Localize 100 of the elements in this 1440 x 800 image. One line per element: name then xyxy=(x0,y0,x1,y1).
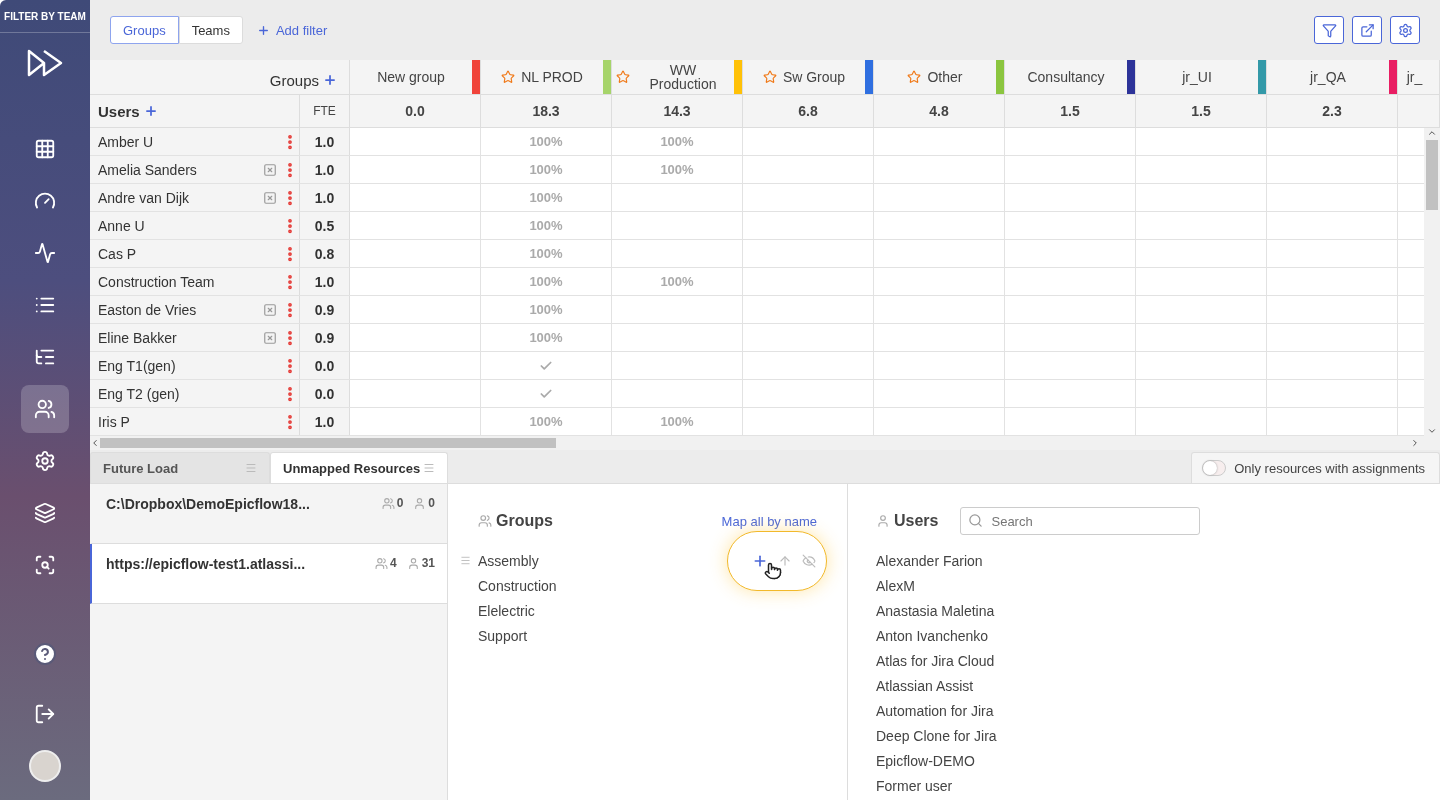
scroll-down-icon[interactable] xyxy=(1427,426,1437,436)
plus-icon xyxy=(752,553,768,569)
percent-text: 100% xyxy=(660,134,694,149)
user-item[interactable]: Former user xyxy=(876,773,1410,798)
panel-tab[interactable]: Unmapped Resources xyxy=(270,452,448,483)
percent-text: 100% xyxy=(529,190,563,205)
group-column-header[interactable]: jr_UI xyxy=(1136,60,1267,94)
percent-text: 100% xyxy=(529,218,563,233)
group-column-header[interactable]: NL PROD xyxy=(481,60,612,94)
user-name: Anne U xyxy=(98,217,146,234)
user-name: Cas P xyxy=(98,245,138,262)
add-filter-link[interactable]: Add filter xyxy=(256,22,328,38)
view-tab[interactable]: Groups xyxy=(110,16,179,44)
scroll-right-icon[interactable] xyxy=(1410,438,1420,448)
toggle-switch[interactable] xyxy=(1202,460,1227,476)
map-all-link[interactable]: Map all by name xyxy=(721,513,817,529)
percent-text: 100% xyxy=(529,330,563,345)
star-icon[interactable] xyxy=(907,70,922,84)
group-item[interactable]: Elelectric xyxy=(478,602,535,619)
groups-panel-title: Groups xyxy=(496,512,553,530)
excluded-icon[interactable] xyxy=(263,190,277,205)
fte-value: 0.9 xyxy=(300,296,350,323)
users-icon xyxy=(34,398,56,420)
search-field[interactable]: Search xyxy=(960,507,1201,535)
excluded-icon[interactable] xyxy=(263,330,277,345)
percent-text: 100% xyxy=(660,414,694,429)
user-item[interactable]: Alexander Farion xyxy=(876,548,1410,573)
fte-value: 1.0 xyxy=(300,184,350,211)
user-item[interactable]: Deep Clone for Jira xyxy=(876,723,1410,748)
fte-value: 0.0 xyxy=(300,352,350,379)
group-column-header[interactable]: Sw Group xyxy=(743,60,874,94)
settings-button[interactable] xyxy=(1390,16,1420,44)
excluded-icon[interactable] xyxy=(263,302,277,317)
eye-off-icon xyxy=(802,554,816,568)
user-item[interactable]: AlexM xyxy=(876,573,1410,598)
horizontal-scrollbar[interactable] xyxy=(90,436,1440,450)
hide-button[interactable] xyxy=(802,554,816,568)
group-column-header[interactable]: jr_ xyxy=(1398,60,1440,94)
nav-button[interactable] xyxy=(21,385,69,433)
add-group-icon[interactable] xyxy=(323,73,337,87)
group-count-icon xyxy=(381,496,395,510)
user-item[interactable]: Anastasia Maletina xyxy=(876,598,1410,623)
groups-icon xyxy=(478,514,492,528)
percent-text: 100% xyxy=(529,162,563,177)
scroll-left-icon[interactable] xyxy=(90,438,100,448)
group-column-header[interactable]: jr_QA xyxy=(1267,60,1398,94)
star-icon[interactable] xyxy=(501,70,516,84)
user-item[interactable]: Atlas for Jira Cloud xyxy=(876,648,1410,673)
group-column-header[interactable]: New group xyxy=(350,60,481,94)
panel-tab[interactable]: Future Load xyxy=(90,452,270,483)
user-count-icon xyxy=(406,556,420,570)
menu-icon xyxy=(245,462,257,474)
view-tab[interactable]: Teams xyxy=(178,16,243,44)
toggle-label: Only resources with assignments xyxy=(1234,460,1425,476)
group-total: 2.3 xyxy=(1267,95,1398,127)
scrollbar-thumb[interactable] xyxy=(100,438,556,448)
scroll-up-icon[interactable] xyxy=(1427,128,1437,138)
layers-icon xyxy=(34,502,56,524)
star-icon[interactable] xyxy=(762,70,777,84)
drag-handle-icon[interactable] xyxy=(460,555,471,566)
group-name: WW Production xyxy=(648,63,718,91)
percent-text: 100% xyxy=(529,134,563,149)
move-up-button[interactable] xyxy=(778,554,792,568)
source-item[interactable]: https://epicflow-test1.atlassi... 4 31 xyxy=(90,544,447,604)
group-column-header[interactable]: WW Production xyxy=(612,60,743,94)
user-item[interactable]: Anton Ivanchenko xyxy=(876,623,1410,648)
excluded-icon[interactable] xyxy=(263,162,277,177)
fte-value: 0.8 xyxy=(300,240,350,267)
group-total: 4.8 xyxy=(874,95,1005,127)
calendar-grid-icon xyxy=(34,138,56,160)
group-item[interactable]: Assembly xyxy=(478,552,539,569)
external-link-icon xyxy=(1359,22,1375,38)
external-link-button[interactable] xyxy=(1352,16,1382,44)
group-total: 14.3 xyxy=(612,95,743,127)
chart-search-icon xyxy=(34,554,56,576)
percent-text: 100% xyxy=(529,274,563,289)
group-item[interactable]: Construction xyxy=(478,577,557,594)
avatar[interactable] xyxy=(29,750,61,782)
hand-cursor-icon xyxy=(764,562,782,580)
users-header: Users xyxy=(98,102,140,120)
group-name: jr_ xyxy=(1406,70,1423,84)
menu-icon xyxy=(423,462,435,474)
vertical-scrollbar[interactable] xyxy=(1424,128,1440,436)
star-icon[interactable] xyxy=(616,70,630,84)
add-user-icon[interactable] xyxy=(143,104,158,118)
fte-value: 0.0 xyxy=(300,380,350,407)
percent-text: 100% xyxy=(529,414,563,429)
group-column-header[interactable]: Other xyxy=(874,60,1005,94)
group-total: 0.0 xyxy=(350,95,481,127)
filter-button[interactable] xyxy=(1314,16,1344,44)
add-button[interactable] xyxy=(752,553,768,569)
group-column-header[interactable]: Consultancy xyxy=(1005,60,1136,94)
group-name: New group xyxy=(377,70,445,84)
group-item[interactable]: Support xyxy=(478,627,528,644)
user-item[interactable]: Automation for Jira xyxy=(876,698,1410,723)
user-item[interactable]: Atlassian Assist xyxy=(876,673,1410,698)
user-item[interactable]: Epicflow-DEMO xyxy=(876,748,1410,773)
scrollbar-thumb[interactable] xyxy=(1426,140,1438,210)
user-count-icon xyxy=(413,496,427,510)
fte-value: 1.0 xyxy=(300,156,350,183)
